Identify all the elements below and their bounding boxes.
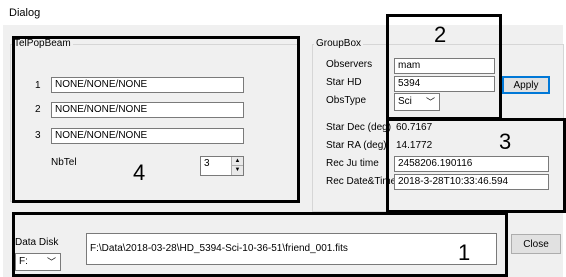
annotation-box-4: [12, 36, 300, 203]
obstype-label: ObsType: [326, 95, 367, 106]
annotation-box-3: [386, 118, 566, 213]
star-ra-label: Star RA (deg): [326, 140, 387, 151]
annotation-number-2: 2: [434, 22, 447, 47]
star-dec-label: Star Dec (deg): [326, 122, 392, 133]
rec-ju-label: Rec Ju time: [326, 158, 379, 169]
apply-button[interactable]: Apply: [502, 76, 550, 94]
close-button[interactable]: Close: [511, 234, 561, 254]
annotation-box-1: [12, 212, 508, 277]
annotation-number-1: 1: [458, 240, 471, 265]
annotation-number-4: 4: [133, 160, 146, 185]
dialog-title: Dialog: [9, 7, 41, 19]
groupbox-caption: GroupBox: [314, 38, 364, 49]
observers-label: Observers: [326, 59, 373, 70]
star-hd-label: Star HD: [326, 77, 362, 88]
annotation-number-3: 3: [499, 129, 512, 154]
